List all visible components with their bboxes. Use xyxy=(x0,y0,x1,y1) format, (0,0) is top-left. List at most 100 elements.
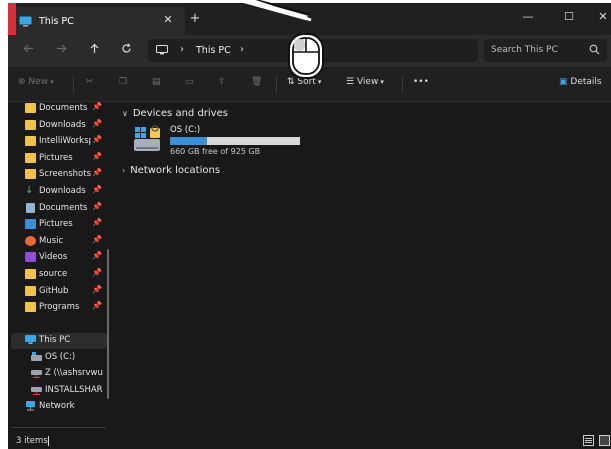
pin-icon: 📌 xyxy=(92,102,102,111)
more-options-button[interactable]: ••• xyxy=(413,77,429,93)
chevron-right-icon: › xyxy=(180,44,184,55)
chevron-right-icon: › xyxy=(122,166,126,175)
new-tab-button[interactable]: + xyxy=(188,12,202,26)
tiles-view-icon[interactable] xyxy=(599,435,610,449)
arrow-right-icon xyxy=(56,44,66,53)
video-icon xyxy=(25,252,36,263)
mouse-click-overlay xyxy=(234,0,335,80)
search-placeholder: Search This PC xyxy=(491,45,558,55)
picture-icon xyxy=(25,219,36,230)
status-bar: 3 items xyxy=(8,433,611,449)
sidebar-item-label: Downloads xyxy=(39,186,86,196)
drive-free-space: 660 GB free of 925 GB xyxy=(170,147,261,156)
pin-icon: 📌 xyxy=(92,218,102,228)
view-label: View xyxy=(356,77,379,87)
details-view-icon[interactable] xyxy=(583,435,594,449)
download-icon: ↓ xyxy=(25,185,34,196)
sidebar-item-label: Pictures xyxy=(39,152,73,163)
drive-name: OS (C:) xyxy=(170,125,201,135)
maximize-button[interactable]: ☐ xyxy=(554,7,584,27)
refresh-button[interactable] xyxy=(116,41,136,61)
sidebar-item-intelliworkspace[interactable]: IntelliWorkspa 📌 xyxy=(8,134,104,150)
share-button[interactable]: ⇪ xyxy=(218,77,226,93)
up-button[interactable] xyxy=(84,41,104,61)
sidebar-item-downloads[interactable]: Downloads 📌 xyxy=(8,118,104,134)
pin-icon: 📌 xyxy=(92,151,102,161)
windows-drive-icon xyxy=(132,125,166,156)
refresh-icon xyxy=(121,43,131,53)
chevron-down-icon: ▾ xyxy=(380,78,384,86)
sidebar-item-documents[interactable]: Documents 📌 xyxy=(8,101,104,117)
pin-icon: 📌 xyxy=(92,284,102,294)
folder-icon xyxy=(25,285,36,296)
sidebar-item-label: Programs xyxy=(39,302,80,313)
sidebar-item-videos[interactable]: Videos 📌 xyxy=(8,250,104,266)
group-devices-and-drives[interactable]: ∨ Devices and drives xyxy=(122,108,228,119)
pin-icon: 📌 xyxy=(92,234,102,244)
plus-circle-icon: ⊕ xyxy=(18,77,26,87)
copy-button[interactable]: ❐ xyxy=(119,77,127,93)
sidebar-item-os-drive[interactable]: OS (C:) xyxy=(8,350,104,366)
network-drive-icon xyxy=(31,385,42,395)
network-drive-icon xyxy=(31,368,42,379)
sidebar-item-label: Videos xyxy=(39,252,68,263)
breadcrumb-this-pc[interactable]: This PC xyxy=(196,45,231,56)
drive-icon xyxy=(31,351,42,362)
sidebar-item-this-pc[interactable]: This PC xyxy=(11,333,107,349)
sidebar-item-github[interactable]: GitHub 📌 xyxy=(8,284,104,300)
close-window-button[interactable]: ✕ xyxy=(588,7,611,27)
details-pane-icon: ▣ xyxy=(559,77,568,87)
view-button[interactable]: ☰ View ▾ xyxy=(346,77,384,93)
sidebar-item-label: OS (C:) xyxy=(45,351,76,362)
sidebar-item-pictures-library[interactable]: Pictures 📌 xyxy=(8,217,104,233)
sidebar-item-source[interactable]: source 📌 xyxy=(8,267,104,283)
sidebar-item-pictures[interactable]: Pictures 📌 xyxy=(8,151,104,167)
sidebar-item-label: GitHub xyxy=(39,285,69,296)
tab-this-pc[interactable]: This PC ✕ xyxy=(11,7,185,35)
paste-button[interactable]: ▤ xyxy=(152,77,161,93)
sidebar-item-network[interactable]: Network xyxy=(8,399,104,415)
separator xyxy=(402,76,403,93)
cut-button[interactable]: ✂ xyxy=(86,77,94,93)
sidebar-item-screenshots[interactable]: Screenshots 📌 xyxy=(8,167,104,183)
folder-icon xyxy=(25,269,36,279)
minimize-button[interactable]: — xyxy=(513,7,543,27)
search-box[interactable]: Search This PC xyxy=(484,39,607,62)
close-tab-icon[interactable]: ✕ xyxy=(161,13,175,27)
sidebar-item-label: Pictures xyxy=(39,219,73,230)
sidebar-item-programs[interactable]: Programs 📌 xyxy=(8,300,104,316)
new-button[interactable]: ⊕ New ▾ xyxy=(18,77,54,93)
sidebar-scrollbar[interactable] xyxy=(107,249,109,399)
new-label: New xyxy=(28,77,49,87)
navigation-pane: Documents 📌 Downloads 📌 IntelliWorkspa 📌… xyxy=(8,101,110,433)
sidebar-item-documents-library[interactable]: Documents 📌 xyxy=(8,201,104,217)
pin-icon: 📌 xyxy=(92,118,102,128)
folder-icon xyxy=(25,103,36,113)
sidebar-item-network-drive-z[interactable]: Z (\\ashsrvwum xyxy=(8,366,104,382)
pin-icon: 📌 xyxy=(92,268,102,277)
arrow-left-icon xyxy=(23,44,33,53)
sidebar-item-label: Z (\\ashsrvwum xyxy=(45,368,103,378)
chevron-down-icon: ∨ xyxy=(122,109,128,118)
rename-icon: ▭ xyxy=(185,77,194,87)
rename-button[interactable]: ▭ xyxy=(185,77,194,93)
details-button[interactable]: ▣ Details xyxy=(559,77,602,93)
drive-usage-bar xyxy=(170,137,300,145)
document-icon xyxy=(26,202,35,213)
sidebar-item-label: Network xyxy=(39,401,75,411)
sidebar-divider xyxy=(12,427,106,428)
pin-icon: 📌 xyxy=(92,301,102,311)
sidebar-item-label: This PC xyxy=(39,335,71,345)
folder-icon xyxy=(25,119,36,130)
back-button[interactable] xyxy=(18,41,38,61)
pin-icon: 📌 xyxy=(92,251,102,261)
group-network-locations[interactable]: › Network locations xyxy=(122,165,220,176)
chevron-down-icon: ▾ xyxy=(50,78,54,86)
forward-button[interactable] xyxy=(51,41,71,61)
drive-tile-os-c[interactable]: OS (C:) 660 GB free of 925 GB xyxy=(132,123,332,159)
sidebar-item-downloads-library[interactable]: ↓ Downloads 📌 xyxy=(8,184,104,200)
sidebar-item-music[interactable]: Music 📌 xyxy=(8,234,104,250)
separator xyxy=(73,76,74,93)
sidebar-item-installshare[interactable]: INSTALLSHARE xyxy=(8,383,104,399)
item-count: 3 items xyxy=(16,436,48,446)
